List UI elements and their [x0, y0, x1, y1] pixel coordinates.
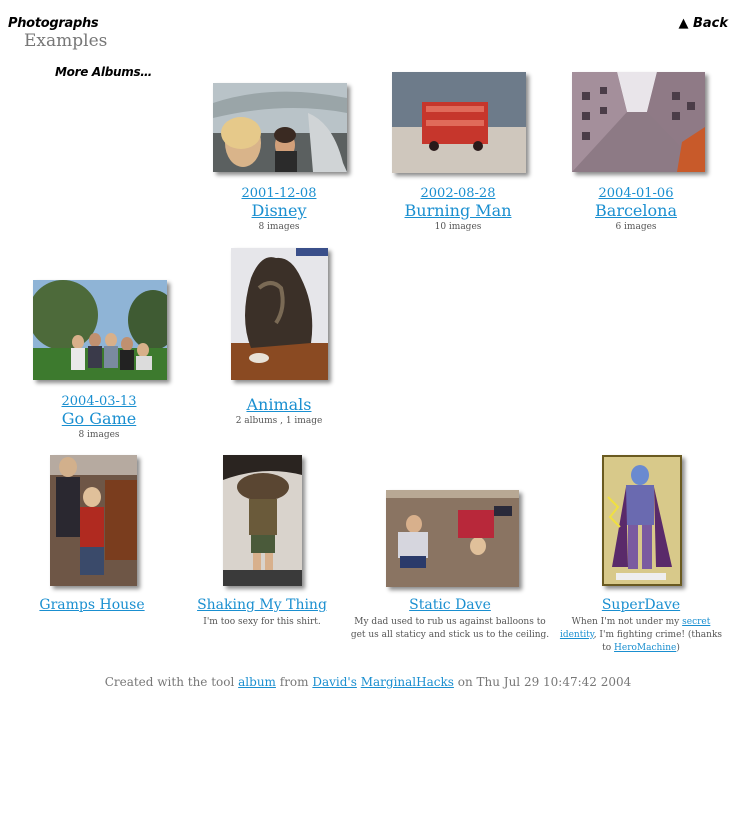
album-caption: 2004-01-06 Barcelona 6 images: [546, 186, 726, 232]
burning-man-thumbnail[interactable]: [392, 72, 526, 173]
animals-thumbnail[interactable]: [231, 248, 328, 380]
superdave-thumbnail[interactable]: [602, 455, 682, 586]
image-caption: Shaking My Thing I'm too sexy for this s…: [172, 597, 352, 629]
image-caption: Gramps House: [2, 597, 182, 613]
image-name-link[interactable]: Shaking My Thing: [172, 597, 352, 613]
album-caption: 2004-03-13 Go Game 8 images: [9, 394, 189, 440]
page-subtitle: Examples: [24, 31, 108, 51]
footer: Created with the tool album from David's…: [0, 675, 736, 689]
album-count: 2 albums , 1 image: [235, 416, 323, 426]
album-caption: Animals 2 albums , 1 image: [189, 395, 369, 426]
album-count: 8 images: [78, 430, 120, 440]
image-name-link[interactable]: Static Dave: [350, 597, 550, 613]
image-description: I'm too sexy for this shirt.: [203, 617, 321, 627]
album-date-link[interactable]: 2004-03-13: [9, 394, 189, 409]
album-count: 6 images: [615, 222, 657, 232]
go-game-photo: [33, 280, 167, 380]
disney-photo: [213, 83, 347, 172]
album-count: 8 images: [258, 222, 300, 232]
album-tool-link[interactable]: album: [238, 675, 276, 689]
image-caption: Static Dave My dad used to rub us agains…: [350, 597, 550, 642]
back-link[interactable]: ▲ Back: [678, 16, 728, 31]
album-caption: 2001-12-08 Disney 8 images: [189, 186, 369, 232]
marginalhacks-link[interactable]: MarginalHacks: [361, 675, 454, 689]
album-caption: 2002-08-28 Burning Man 10 images: [368, 186, 548, 232]
image-description: When I'm not under my secret identity, I…: [556, 616, 726, 655]
album-date-link[interactable]: 2002-08-28: [368, 186, 548, 201]
heromachine-link[interactable]: HeroMachine: [614, 643, 676, 653]
disney-thumbnail[interactable]: [213, 83, 347, 172]
album-name-link[interactable]: Disney: [189, 201, 369, 220]
footer-text: Created with the tool: [104, 675, 239, 689]
footer-text: on Thu Jul 29 10:47:42 2004: [453, 675, 632, 689]
album-count: 10 images: [434, 222, 482, 232]
barcelona-photo: [572, 72, 705, 172]
album-name-link[interactable]: Go Game: [9, 409, 189, 428]
shaking-my-thing-thumbnail[interactable]: [223, 455, 302, 586]
album-name-link[interactable]: Animals: [189, 395, 369, 414]
burning-man-photo: [392, 72, 526, 173]
desc-text: When I'm not under my: [571, 617, 683, 627]
gramps-house-thumbnail[interactable]: [50, 455, 137, 586]
more-albums-link[interactable]: More Albums…: [55, 65, 152, 79]
superdave-photo: [604, 457, 680, 584]
album-name-link[interactable]: Barcelona: [546, 201, 726, 220]
album-date-link[interactable]: 2004-01-06: [546, 186, 726, 201]
animals-photo: [231, 248, 328, 380]
barcelona-thumbnail[interactable]: [572, 72, 705, 172]
desc-text: ): [676, 643, 680, 653]
album-name-link[interactable]: Burning Man: [368, 201, 548, 220]
album-date-link[interactable]: 2001-12-08: [189, 186, 369, 201]
image-caption: SuperDave When I'm not under my secret i…: [556, 597, 726, 655]
gramps-house-photo: [50, 455, 137, 586]
static-dave-photo: [386, 490, 519, 587]
davids-link[interactable]: David's: [312, 675, 357, 689]
image-name-link[interactable]: SuperDave: [556, 597, 726, 613]
shaking-my-thing-photo: [223, 455, 302, 586]
go-game-thumbnail[interactable]: [33, 280, 167, 380]
image-description: My dad used to rub us against balloons t…: [350, 617, 550, 640]
footer-text: from: [275, 675, 313, 689]
page-title: Photographs: [8, 16, 99, 31]
image-name-link[interactable]: Gramps House: [2, 597, 182, 613]
static-dave-thumbnail[interactable]: [386, 490, 519, 587]
